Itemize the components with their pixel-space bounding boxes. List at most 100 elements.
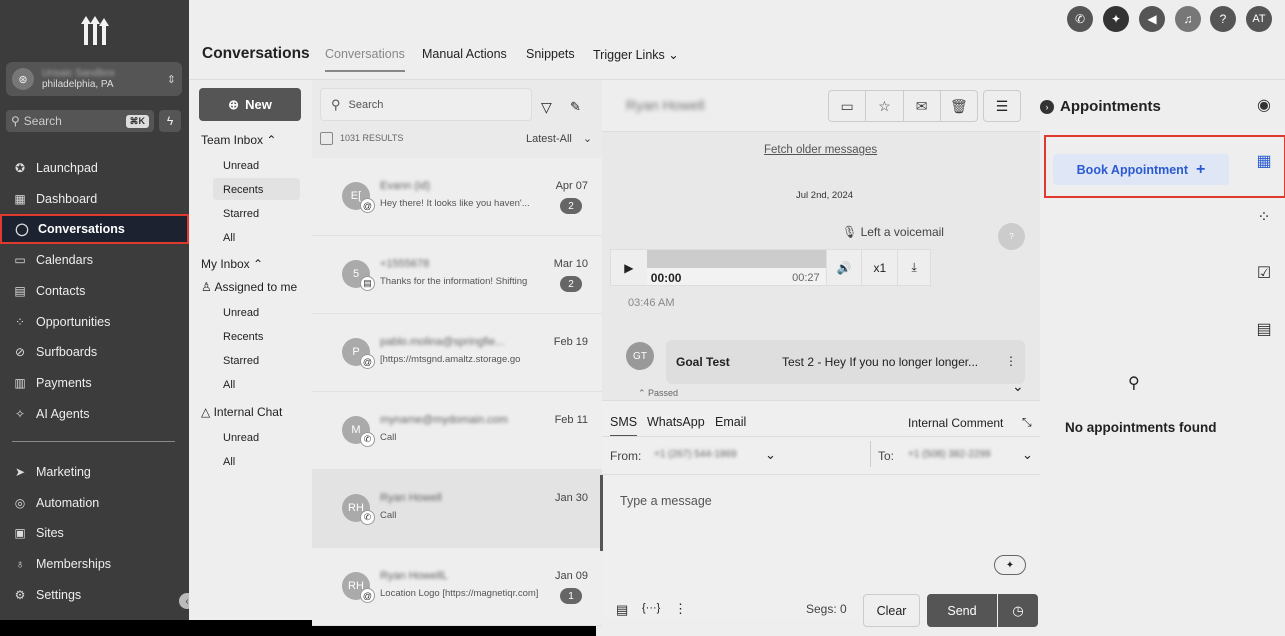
trash-icon[interactable]: 🗑 (941, 91, 977, 121)
nav-item-conversations[interactable]: ◯ Conversations (0, 214, 189, 245)
nav-item-settings[interactable]: ⚙ Settings (0, 580, 189, 610)
sidebar-search[interactable]: ⚲ Search ⌘K (6, 110, 154, 132)
conversation-item[interactable]: RH ✆ Ryan Howell Call Jan 30 (312, 470, 602, 548)
chevron-down-icon[interactable]: ⌄ (1022, 447, 1033, 463)
highlight-box (1044, 135, 1285, 198)
my-starred[interactable]: Starred (223, 355, 259, 367)
nav-item-launchpad[interactable]: ✪ Launchpad (0, 153, 189, 183)
nav-item-payments[interactable]: ▥ Payments (0, 368, 189, 398)
team-recents[interactable]: Recents (223, 184, 263, 196)
tab-trigger-links[interactable]: Trigger Links ⌄ (593, 47, 679, 62)
folder-icon[interactable]: ▭ (829, 91, 867, 121)
internal-unread[interactable]: Unread (223, 432, 259, 444)
quick-action-button[interactable]: ϟ (159, 110, 181, 132)
conversation-item[interactable]: M ✆ myname@mydomain.com Call Feb 11 (312, 392, 602, 470)
help-icon[interactable]: ? (1210, 6, 1236, 32)
nav-item-opportunities[interactable]: ⁘ Opportunities (0, 307, 189, 337)
more-vertical-icon[interactable]: ⋮ (674, 601, 687, 617)
account-switcher[interactable]: ⊛ Unsaic Sandbox philadelphia, PA ⇕ (6, 62, 182, 96)
star-icon[interactable]: ☆ (866, 91, 904, 121)
avatar-icon[interactable]: AT (1246, 6, 1272, 32)
team-unread[interactable]: Unread (223, 160, 259, 172)
tab-conversations[interactable]: Conversations (325, 47, 405, 72)
sites-icon: ▣ (14, 526, 26, 541)
send-button[interactable]: Send (927, 594, 997, 627)
message-avatar: GT (626, 342, 654, 370)
nav-item-dashboard[interactable]: ▦ Dashboard (0, 184, 189, 214)
clear-button[interactable]: Clear (863, 594, 920, 627)
magic-icon[interactable]: ✦ (1103, 6, 1129, 32)
play-icon[interactable]: ▶ (611, 250, 647, 285)
more-vertical-icon[interactable]: ⋮ (1005, 354, 1017, 368)
nav-item-ai-agents[interactable]: ✧ AI Agents (0, 399, 189, 429)
nav-item-marketing[interactable]: ➤ Marketing (0, 457, 189, 487)
tab-sms[interactable]: SMS (610, 415, 638, 437)
nav-item-memberships[interactable]: ♁ Memberships (0, 549, 189, 579)
download-icon[interactable]: ⤓ (897, 250, 930, 285)
audio-current-time: 00:00 (650, 271, 682, 285)
nav-item-automation[interactable]: ◎ Automation (0, 488, 189, 518)
filter-icon[interactable]: ▽ (541, 99, 552, 116)
conversation-search-input[interactable]: ⚲ Search (320, 88, 532, 121)
speed-button[interactable]: x1 (861, 250, 897, 285)
nav-label: Surfboards (36, 345, 98, 360)
chevron-updown-icon: ⇕ (166, 73, 176, 86)
phone-icon[interactable]: ✆ (1067, 6, 1093, 32)
from-value[interactable]: +1 (267) 544-1869 (654, 449, 737, 460)
collapse-icon[interactable]: ⤡ (1022, 415, 1032, 430)
assigned-to-me[interactable]: ♙ Assigned to me (201, 280, 297, 294)
audio-progress[interactable]: 00:00 00:27 (646, 250, 826, 285)
message-status: ⌃ Passed (638, 388, 679, 398)
tab-internal-comment[interactable]: Internal Comment (908, 416, 1003, 430)
conversation-item[interactable]: P @ pablo.molina@springfie... [https://mtsg… (312, 314, 602, 392)
my-recents[interactable]: Recents (223, 331, 263, 343)
team-inbox-header[interactable]: Team Inbox ⌃ (201, 133, 276, 147)
contacts-icon: ▤ (14, 283, 26, 298)
to-value[interactable]: +1 (508) 382-2299 (908, 449, 991, 460)
conversation-item[interactable]: E[@ Evann (id) Hey there! It looks like yo… (312, 158, 602, 236)
notes-icon[interactable]: ▤ (1253, 318, 1275, 340)
contact-profile-icon[interactable]: ◉ (1253, 94, 1275, 116)
team-starred[interactable]: Starred (223, 208, 259, 220)
fetch-older-link[interactable]: Fetch older messages (764, 144, 877, 156)
conversation-item[interactable]: 5 ▤ +1555678 Thanks for the information! Sh… (312, 236, 602, 314)
chevron-up-icon: ⌃ (266, 133, 277, 147)
nav-item-surfboards[interactable]: ⊘ Surfboards (0, 337, 189, 367)
channel-icon: ▤ (360, 276, 375, 291)
internal-all[interactable]: All (223, 456, 235, 468)
template-icon[interactable]: ▤ (616, 602, 628, 618)
team-all[interactable]: All (223, 232, 235, 244)
select-all-checkbox[interactable] (320, 132, 333, 145)
message-bubble[interactable]: Goal Test Test 2 - Hey If you no longer … (666, 340, 1025, 384)
schedule-clock-icon[interactable]: ◷ (998, 594, 1038, 627)
message-input[interactable]: Type a message (620, 494, 712, 508)
my-unread[interactable]: Unread (223, 307, 259, 319)
opportunities-icon[interactable]: ⁘ (1253, 206, 1275, 228)
filter-lines-icon[interactable]: ☰ (983, 90, 1021, 122)
scroll-down-icon[interactable]: ⌄ (1012, 378, 1024, 395)
tab-manual-actions[interactable]: Manual Actions (422, 47, 507, 61)
my-all[interactable]: All (223, 379, 235, 391)
task-check-icon[interactable]: ☑ (1253, 262, 1275, 284)
chevron-right-icon[interactable]: › (1040, 99, 1054, 114)
custom-values-icon[interactable]: {···} (642, 602, 660, 614)
tab-email[interactable]: Email (715, 415, 746, 429)
internal-chat-header[interactable]: △ Internal Chat (201, 405, 282, 419)
ai-assist-icon[interactable]: ✦ (994, 555, 1026, 575)
my-inbox-header[interactable]: My Inbox ⌃ (201, 257, 263, 271)
megaphone-icon[interactable]: ◀ (1139, 6, 1165, 32)
tab-whatsapp[interactable]: WhatsApp (647, 415, 705, 429)
sort-dropdown[interactable]: Latest-All ⌄ (526, 132, 592, 145)
chevron-down-icon[interactable]: ⌄ (765, 447, 776, 463)
nav-item-calendars[interactable]: ▭ Calendars (0, 245, 189, 275)
nav-item-sites[interactable]: ▣ Sites (0, 518, 189, 548)
conversation-date: Apr 07 (555, 180, 588, 192)
conversation-item[interactable]: RH @ Ryan HowellL Location Logo [https://ma… (312, 548, 602, 626)
bell-icon[interactable]: ♫ (1175, 6, 1201, 32)
new-conversation-button[interactable]: ⊕ New (199, 88, 301, 121)
mail-icon[interactable]: ✉ (904, 91, 941, 121)
compose-icon[interactable]: ✎ (570, 99, 581, 115)
nav-item-contacts[interactable]: ▤ Contacts (0, 276, 189, 306)
tab-snippets[interactable]: Snippets (526, 47, 575, 61)
volume-icon[interactable]: 🔊 (825, 250, 862, 285)
